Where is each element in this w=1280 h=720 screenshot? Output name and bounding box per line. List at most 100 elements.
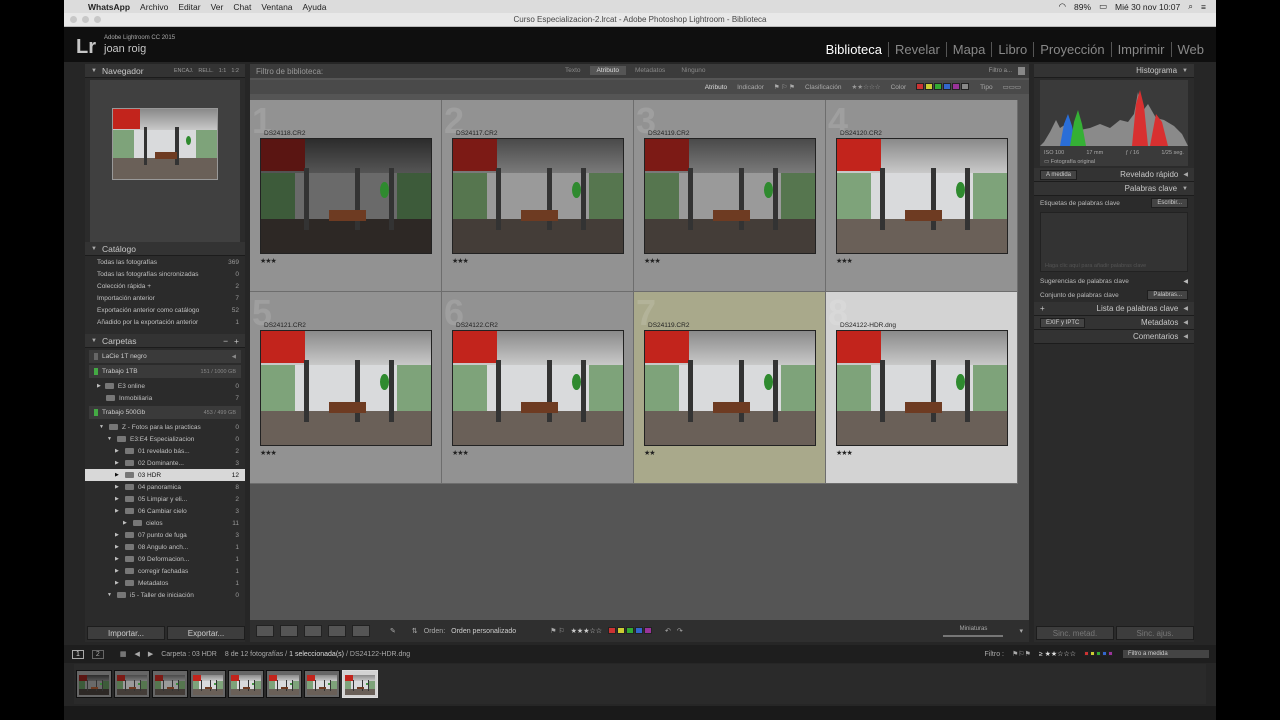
filmstrip-thumbnail[interactable] [190, 670, 226, 698]
compare-view-button[interactable] [304, 625, 322, 637]
module-biblioteca[interactable]: Biblioteca [820, 42, 888, 57]
menu-ayuda[interactable]: Ayuda [303, 2, 327, 12]
filter-tab-texto[interactable]: Texto [558, 66, 588, 75]
survey-view-button[interactable] [328, 625, 346, 637]
folder-row[interactable]: ▶ 09 Deformacion... 1 [85, 553, 245, 565]
filter-tab-atributo[interactable]: Atributo [589, 66, 626, 75]
histogram[interactable]: ISO 100 17 mm ƒ / 16 1/25 seg. ▭ Fotogra… [1040, 80, 1188, 166]
import-button[interactable]: Importar... [87, 626, 165, 640]
menu-archivo[interactable]: Archivo [140, 2, 168, 12]
menu-app[interactable]: WhatsApp [88, 2, 130, 12]
catalog-item[interactable]: Colección rápida + 2 [85, 280, 245, 292]
menu-ventana[interactable]: Ventana [261, 2, 292, 12]
wifi-icon[interactable]: ◠ [1059, 1, 1066, 12]
metadata-header[interactable]: EXIF y IPTC Metadatos ◀ [1034, 316, 1194, 330]
filmstrip-thumbnail[interactable] [152, 670, 188, 698]
menu-ver[interactable]: Ver [211, 2, 224, 12]
thumbnail-size-slider[interactable] [943, 634, 1004, 637]
filmstrip-source[interactable]: Carpeta : 03 HDR [161, 651, 217, 658]
bottom-panel-toggle[interactable] [64, 706, 1216, 720]
rating-toolbar-stars[interactable]: ★★★☆☆ [571, 627, 602, 635]
expand-triangle-icon[interactable]: ▼ [107, 436, 113, 442]
zoom-window-button[interactable] [94, 16, 101, 23]
painter-icon[interactable]: ✎ [390, 627, 396, 635]
cell-rating[interactable]: ★★★ [836, 449, 853, 457]
catalog-item[interactable]: Todas las fotografías sincronizadas 0 [85, 268, 245, 280]
catalog-item[interactable]: Importación anterior 7 [85, 292, 245, 304]
cell-rating[interactable]: ★★★ [452, 257, 469, 265]
drive-expand-icon[interactable]: ◀ [232, 354, 236, 360]
expand-triangle-icon[interactable]: ▶ [115, 448, 121, 454]
expand-triangle-icon[interactable]: ▶ [115, 580, 121, 586]
clock[interactable]: Mié 30 nov 10:07 [1115, 2, 1180, 12]
navigator-preview[interactable] [90, 80, 240, 243]
grid-cell[interactable]: 2 DS24117.CR2 ★★★ [442, 100, 634, 292]
color-toolbar-swatches[interactable] [608, 627, 653, 635]
grid-icon[interactable]: ▦ [120, 650, 127, 658]
folder-row[interactable]: ▶ 06 Cambiar cielo 3 [85, 505, 245, 517]
nav-mode-fit[interactable]: ENCAJ. [174, 68, 194, 74]
expand-triangle-icon[interactable]: ▼ [107, 592, 113, 598]
rotate-left-icon[interactable]: ↶ [665, 627, 671, 635]
expand-triangle-icon[interactable]: ▶ [115, 532, 121, 538]
expand-triangle-icon[interactable]: ▼ [99, 424, 105, 430]
filmstrip-flag-filter[interactable]: ⚑⚐⚑ [1012, 650, 1031, 658]
keyword-list-header[interactable]: + Lista de palabras clave ◀ [1034, 302, 1194, 316]
catalog-item[interactable]: Todas las fotografías 369 [85, 256, 245, 268]
folder-row[interactable]: ▼ Z - Fotos para las practicas 0 [85, 421, 245, 433]
filmstrip-thumbnail[interactable] [304, 670, 340, 698]
folder-row[interactable]: ▼ E3:E4 Especializacion 0 [85, 433, 245, 445]
quick-develop-header[interactable]: A medida Revelado rápido ◀ [1034, 168, 1194, 182]
nav-mode-1-2[interactable]: 1:2 [231, 68, 239, 74]
grid-view-button[interactable] [256, 625, 274, 637]
cell-rating[interactable]: ★★★ [644, 257, 661, 265]
folder-row[interactable]: ▶ E3 online 0 [85, 380, 245, 392]
cell-rating[interactable]: ★★ [644, 449, 656, 457]
filmstrip-color-filter[interactable] [1084, 651, 1114, 658]
navigator-header[interactable]: ▼ Navegador ENCAJ. RELL. 1:1 1:2 [85, 64, 245, 78]
module-proyeccion[interactable]: Proyección [1033, 42, 1110, 57]
photo-thumbnail[interactable] [452, 330, 624, 446]
filter-tab-ninguno[interactable]: Ninguno [674, 66, 712, 75]
photo-thumbnail[interactable] [836, 138, 1008, 254]
add-folder-icon[interactable]: + [234, 336, 239, 346]
metadata-preset-dropdown[interactable]: EXIF y IPTC [1040, 317, 1086, 328]
rating-filter-stars[interactable]: ★★☆☆☆ [851, 83, 880, 91]
cell-rating[interactable]: ★★★ [452, 449, 469, 457]
keyword-set-dropdown[interactable]: Palabras... [1147, 290, 1188, 300]
loupe-view-button[interactable] [280, 625, 298, 637]
toolbar-menu-icon[interactable]: ▾ [1019, 627, 1023, 635]
expand-triangle-icon[interactable]: ▶ [123, 520, 129, 526]
menu-chat[interactable]: Chat [233, 2, 251, 12]
module-imprimir[interactable]: Imprimir [1110, 42, 1171, 57]
catalog-item[interactable]: Exportación anterior como catálogo 52 [85, 304, 245, 316]
drive-trabajo-500gb[interactable]: Trabajo 500Gb 453 / 499 GB [89, 406, 241, 419]
module-web[interactable]: Web [1170, 42, 1211, 57]
flag-filter-icons[interactable]: ⚑ ⚐ ⚑ [774, 83, 795, 91]
expand-triangle-icon[interactable]: ▶ [97, 383, 101, 389]
expand-triangle-icon[interactable]: ▶ [115, 508, 121, 514]
sort-direction-icon[interactable]: ⇅ [412, 627, 418, 635]
navigator-image[interactable] [112, 108, 218, 180]
expand-triangle-icon[interactable]: ▶ [115, 484, 121, 490]
export-button[interactable]: Exportar... [167, 626, 245, 640]
keyword-set-row[interactable]: Conjunto de palabras clave Palabras... [1034, 288, 1194, 302]
comments-header[interactable]: Comentarios ◀ [1034, 330, 1194, 344]
forward-arrow-icon[interactable]: ▶ [148, 650, 153, 658]
type-filter-icons[interactable]: ▭▭▭ [1003, 83, 1021, 91]
photo-thumbnail[interactable] [260, 138, 432, 254]
nav-mode-fill[interactable]: RELL. [198, 68, 213, 74]
photo-thumbnail[interactable] [644, 138, 816, 254]
people-view-button[interactable] [352, 625, 370, 637]
photo-thumbnail[interactable] [644, 330, 816, 446]
menu-list-icon[interactable]: ≡ [1201, 2, 1206, 12]
drive-trabajo-1tb[interactable]: Trabajo 1TB 151 / 1000 GB [89, 365, 241, 378]
remove-folder-icon[interactable]: − [223, 336, 228, 346]
filmstrip-thumbnail[interactable] [342, 670, 378, 698]
folder-row[interactable]: ▶ corregir fachadas 1 [85, 565, 245, 577]
lock-icon[interactable] [1018, 67, 1025, 75]
sort-dropdown[interactable]: Orden personalizado [451, 628, 516, 635]
saved-preset-dropdown[interactable]: A medida [1040, 169, 1078, 180]
catalog-item[interactable]: Añadido por la exportación anterior 1 [85, 316, 245, 328]
photo-thumbnail[interactable] [836, 330, 1008, 446]
